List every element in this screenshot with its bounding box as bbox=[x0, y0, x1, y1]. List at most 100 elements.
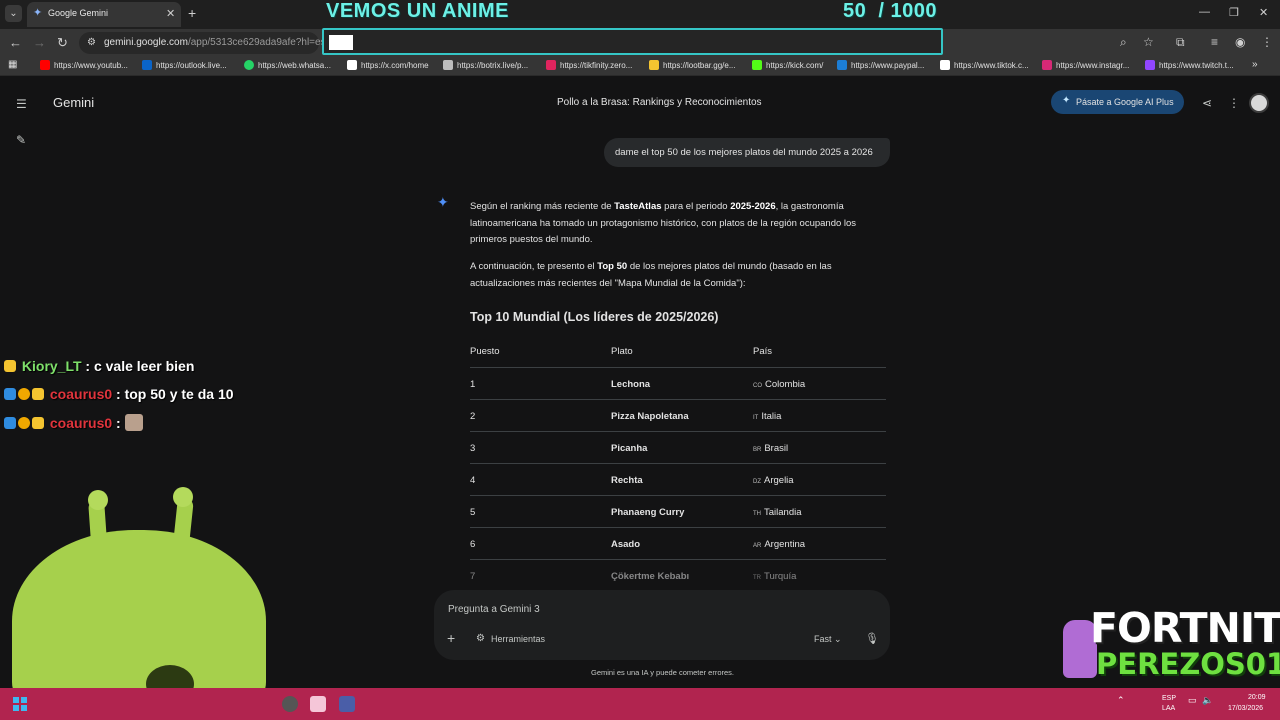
chat-message: Kiory_LT : c vale leer bien bbox=[4, 358, 194, 374]
chat-username: coaurus0 bbox=[49, 386, 113, 402]
new-chat-icon[interactable]: ✎ bbox=[16, 133, 26, 147]
alien-antenna-tip bbox=[173, 487, 193, 507]
response-paragraph-2: A continuación, te presento el Top 50 de… bbox=[470, 261, 832, 289]
chat-username: coaurus0 bbox=[49, 415, 113, 431]
tab-close-icon[interactable]: ✕ bbox=[166, 7, 175, 20]
media-controls-icon[interactable]: ≡ bbox=[1211, 35, 1218, 49]
restore-icon[interactable]: ❐ bbox=[1229, 6, 1239, 19]
one-badge-icon bbox=[18, 388, 30, 400]
bookmark-botrix[interactable]: https://botrix.live/p... bbox=[443, 60, 528, 70]
dish-cell: Çökertme Kebabı bbox=[611, 571, 690, 582]
microphone-icon[interactable]: 🎙 bbox=[865, 632, 879, 645]
address-bar[interactable]: ⚙ gemini.google.com/app/5313ce629ada9afe… bbox=[79, 32, 326, 54]
tab-gemini[interactable]: ✦ Google Gemini ✕ bbox=[27, 2, 181, 27]
header-rank: Puesto bbox=[470, 346, 500, 357]
header-country: País bbox=[753, 346, 773, 357]
header-dish: Plato bbox=[611, 346, 633, 357]
dish-cell: Phanaeng Curry bbox=[611, 507, 685, 518]
reload-icon[interactable]: ↻ bbox=[57, 35, 68, 51]
bookmark-star-icon[interactable]: ☆ bbox=[1143, 35, 1154, 49]
sparkle-icon: ✦ bbox=[1062, 95, 1071, 106]
country-cell: BR Brasil bbox=[753, 443, 789, 454]
site-info-icon[interactable]: ⚙ bbox=[87, 37, 96, 48]
bookmark-twitch[interactable]: https://www.twitch.t... bbox=[1145, 60, 1234, 70]
extensions-icon[interactable]: ⧉ bbox=[1176, 35, 1185, 50]
more-options-icon[interactable]: ⋮ bbox=[1228, 96, 1240, 110]
overlay-progress-fill bbox=[329, 35, 353, 50]
chat-message: coaurus0 : top 50 y te da 10 bbox=[4, 386, 234, 402]
input-lang[interactable]: ESP bbox=[1162, 695, 1176, 702]
chevron-down-icon: ⌄ bbox=[834, 634, 842, 644]
dish-cell: Pizza Napoletana bbox=[611, 411, 689, 422]
browser-menu-icon[interactable]: ⋮ bbox=[1261, 35, 1273, 49]
fortnite-logo-line1: FORTNITE bbox=[1090, 604, 1280, 652]
windows-start-icon[interactable] bbox=[13, 697, 27, 711]
clock-time[interactable]: 20:09 bbox=[1248, 694, 1266, 701]
pinned-app-icon[interactable] bbox=[339, 696, 355, 712]
gemini-spark-icon: ✦ bbox=[437, 194, 449, 210]
tools-button[interactable]: Herramientas bbox=[491, 634, 545, 644]
crown-badge-icon bbox=[32, 417, 44, 429]
bookmark-outlook[interactable]: https://outlook.live... bbox=[142, 60, 227, 70]
minimize-icon[interactable]: — bbox=[1199, 6, 1210, 18]
tray-chevron-icon[interactable]: ⌃ bbox=[1117, 695, 1125, 706]
bookmark-kick[interactable]: https://kick.com/ bbox=[752, 60, 823, 70]
apps-grid-icon[interactable]: ▦ bbox=[8, 59, 17, 70]
table-row: 7 Çökertme Kebabı TR Turquía bbox=[470, 560, 886, 592]
rank-cell: 2 bbox=[470, 411, 476, 422]
rank-cell: 1 bbox=[470, 379, 476, 390]
country-cell: CO Colombia bbox=[753, 379, 806, 390]
input-lang-layout[interactable]: LAA bbox=[1162, 705, 1175, 712]
back-icon[interactable]: ← bbox=[9, 35, 22, 50]
disclaimer: Gemini es una IA y puede cometer errores… bbox=[591, 668, 734, 677]
tab-title: Google Gemini bbox=[48, 8, 109, 18]
bookmark-paypal[interactable]: https://www.paypal... bbox=[837, 60, 924, 70]
model-mode-selector[interactable]: Fast ⌄ bbox=[814, 634, 842, 645]
bookmark-x[interactable]: https://x.com/home bbox=[347, 60, 429, 70]
gemini-favicon-icon: ✦ bbox=[33, 7, 43, 19]
avatar[interactable] bbox=[1249, 93, 1269, 113]
chat-text: : bbox=[112, 415, 125, 431]
crown-badge-icon bbox=[4, 360, 16, 372]
network-icon[interactable]: ▭ bbox=[1188, 695, 1197, 706]
bookmark-youtube[interactable]: https://www.youtub... bbox=[40, 60, 128, 70]
one-badge-icon bbox=[18, 417, 30, 429]
upgrade-button[interactable]: ✦ Pásate a Google AI Plus bbox=[1051, 90, 1184, 114]
bookmark-tikfinity[interactable]: https://tikfinity.zero... bbox=[546, 60, 632, 70]
botrix-icon bbox=[443, 60, 453, 70]
cube-badge-icon bbox=[4, 417, 16, 429]
bookmark-whatsapp[interactable]: https://web.whatsa... bbox=[244, 60, 331, 70]
twitch-icon bbox=[1145, 60, 1155, 70]
prompt-input[interactable]: Pregunta a Gemini 3 + ⚙ Herramientas Fas… bbox=[434, 590, 890, 660]
alien-antenna-tip bbox=[88, 490, 108, 510]
app-name[interactable]: Gemini bbox=[53, 95, 94, 110]
bookmarks-bar: ▦ https://www.youtub... https://outlook.… bbox=[0, 56, 1280, 76]
user-prompt-text: dame el top 50 de los mejores platos del… bbox=[615, 147, 873, 158]
instagram-icon bbox=[1042, 60, 1052, 70]
tab-search-icon[interactable]: ⌄ bbox=[5, 5, 22, 22]
profile-icon[interactable]: ◉ bbox=[1235, 35, 1245, 49]
pinned-app-icon[interactable] bbox=[310, 696, 326, 712]
main-menu-icon[interactable]: ☰ bbox=[16, 97, 27, 111]
add-attachment-icon[interactable]: + bbox=[447, 630, 455, 646]
forward-icon[interactable]: → bbox=[33, 35, 46, 50]
table-row: 2 Pizza Napoletana IT Italia bbox=[470, 400, 886, 432]
window-close-icon[interactable]: ✕ bbox=[1259, 6, 1268, 19]
zoom-icon[interactable]: ⌕ bbox=[1120, 35, 1127, 50]
bookmark-instagram[interactable]: https://www.instagr... bbox=[1042, 60, 1129, 70]
volume-icon[interactable]: 🔈 bbox=[1202, 695, 1213, 706]
share-icon[interactable]: ⋖ bbox=[1202, 96, 1212, 110]
stream-chat: Kiory_LT : c vale leer bien coaurus0 : t… bbox=[0, 353, 290, 437]
new-tab-icon[interactable]: + bbox=[188, 5, 196, 21]
response-paragraph-1: Según el ranking más reciente de TasteAt… bbox=[470, 201, 857, 246]
obs-app-icon[interactable] bbox=[282, 696, 298, 712]
bookmark-tiktok[interactable]: https://www.tiktok.c... bbox=[940, 60, 1029, 70]
rank-cell: 5 bbox=[470, 507, 476, 518]
dish-cell: Lechona bbox=[611, 379, 651, 390]
more-bookmarks-icon[interactable]: » bbox=[1252, 59, 1258, 70]
tools-icon[interactable]: ⚙ bbox=[476, 633, 485, 644]
clock-date[interactable]: 17/03/2026 bbox=[1228, 705, 1263, 712]
conversation-title[interactable]: Pollo a la Brasa: Rankings y Reconocimie… bbox=[557, 97, 762, 108]
chat-message: coaurus0 : bbox=[4, 414, 143, 431]
bookmark-lootbar[interactable]: https://lootbar.gg/e... bbox=[649, 60, 736, 70]
